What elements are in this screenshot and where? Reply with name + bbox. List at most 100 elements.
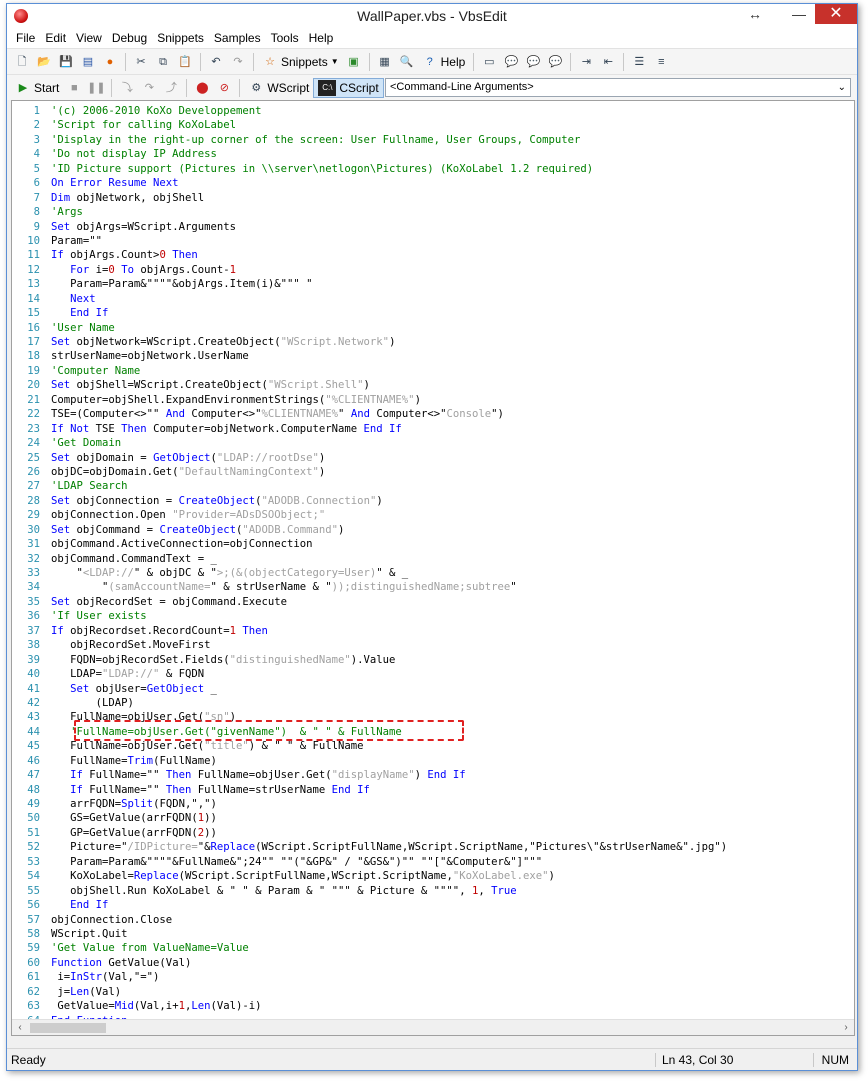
breakpoint-icon[interactable]: ⬤ <box>194 80 210 96</box>
code-line[interactable]: 1 '(c) 2006-2010 KoXo Developpement <box>12 104 854 118</box>
outdent-icon[interactable]: ⇤ <box>600 54 616 70</box>
code-line[interactable]: 49 arrFQDN=Split(FQDN,",") <box>12 797 854 811</box>
code-line[interactable]: 34 "(samAccountName=" & strUserName & ")… <box>12 580 854 594</box>
pause-icon[interactable]: ❚❚ <box>87 80 105 96</box>
code-line[interactable]: 5 'ID Picture support (Pictures in \\serv… <box>12 162 854 176</box>
code-line[interactable]: 54 KoXoLabel=Replace(WScript.ScriptFullN… <box>12 869 854 883</box>
code-line[interactable]: 31 objCommand.ActiveConnection=objConnect… <box>12 537 854 551</box>
code-line[interactable]: 23 If Not TSE Then Computer=objNetwork.Co… <box>12 422 854 436</box>
code-line[interactable]: 3 'Display in the right-up corner of the … <box>12 133 854 147</box>
save-all-icon[interactable]: ▤ <box>80 54 96 70</box>
command-line-arguments-input[interactable]: <Command-Line Arguments> ⌄ <box>385 78 851 97</box>
step-over-icon[interactable]: ↷ <box>141 80 157 96</box>
code-line[interactable]: 59 'Get Value from ValueName=Value <box>12 941 854 955</box>
wscript-button[interactable]: ⚙ WScript <box>244 78 313 98</box>
code-line[interactable]: 20 Set objShell=WScript.CreateObject("WSc… <box>12 378 854 392</box>
scroll-left-icon[interactable]: ‹ <box>12 1020 28 1035</box>
code-line[interactable]: 21 Computer=objShell.ExpandEnvironmentStr… <box>12 393 854 407</box>
menu-tools[interactable]: Tools <box>266 28 304 48</box>
code-line[interactable]: 15 End If <box>12 306 854 320</box>
minimize-icon[interactable]: — <box>785 4 813 24</box>
window-icon[interactable]: ▭ <box>481 54 497 70</box>
scrollbar-thumb[interactable] <box>30 1023 106 1033</box>
menu-edit[interactable]: Edit <box>40 28 71 48</box>
step-into-icon[interactable]: ⤵ <box>119 80 135 96</box>
snippets-button[interactable]: ☆ Snippets ▼ <box>258 52 343 72</box>
search-icon[interactable]: 🔍 <box>399 54 415 70</box>
code-line[interactable]: 4 'Do not display IP Address <box>12 147 854 161</box>
code-line[interactable]: 8 'Args <box>12 205 854 219</box>
paste-icon[interactable]: 📋 <box>177 54 193 70</box>
code-line[interactable]: 52 Picture="/IDPicture="&Replace(WScript… <box>12 840 854 854</box>
menu-snippets[interactable]: Snippets <box>152 28 209 48</box>
code-line[interactable]: 56 End If <box>12 898 854 912</box>
menu-help[interactable]: Help <box>304 28 339 48</box>
code-line[interactable]: 10 Param="" <box>12 234 854 248</box>
code-line[interactable]: 58 WScript.Quit <box>12 927 854 941</box>
copy-icon[interactable]: ⧉ <box>155 54 171 70</box>
help-button[interactable]: ? Help <box>418 52 470 72</box>
scroll-right-icon[interactable]: › <box>838 1020 854 1035</box>
code-line[interactable]: 7 Dim objNetwork, objShell <box>12 191 854 205</box>
comment-add-icon[interactable]: 💬 <box>547 54 563 70</box>
code-editor[interactable]: 1 '(c) 2006-2010 KoXo Developpement 2 'Scri… <box>11 100 855 1036</box>
close-icon[interactable]: ✕ <box>815 4 857 24</box>
redo-icon[interactable]: ↷ <box>230 54 246 70</box>
code-line[interactable]: 11 If objArgs.Count>0 Then <box>12 248 854 262</box>
code-line[interactable]: 41 Set objUser=GetObject _ <box>12 682 854 696</box>
code-line[interactable]: 9 Set objArgs=WScript.Arguments <box>12 220 854 234</box>
menu-debug[interactable]: Debug <box>107 28 152 48</box>
code-line[interactable]: 6 On Error Resume Next <box>12 176 854 190</box>
code-line[interactable]: 29 objConnection.Open "Provider=ADsDSOObj… <box>12 508 854 522</box>
open-folder-icon[interactable]: 📂 <box>36 54 52 70</box>
cscript-button[interactable]: C:\ CScript <box>313 77 384 98</box>
insert-object-icon[interactable]: ▣ <box>346 54 362 70</box>
code-line[interactable]: 50 GS=GetValue(arrFQDN(1)) <box>12 811 854 825</box>
code-line[interactable]: 37 If objRecordset.RecordCount=1 Then <box>12 624 854 638</box>
code-line[interactable]: 30 Set objCommand = CreateObject("ADODB.C… <box>12 523 854 537</box>
code-line[interactable]: 62 j=Len(Val) <box>12 985 854 999</box>
code-line[interactable]: 40 LDAP="LDAP://" & FQDN <box>12 667 854 681</box>
code-line[interactable]: 53 Param=Param&""""&FullName&";24"" ""("… <box>12 855 854 869</box>
code-line[interactable]: 35 Set objRecordSet = objCommand.Execute <box>12 595 854 609</box>
code-line[interactable]: 43 FullName=objUser.Get("sn") <box>12 710 854 724</box>
undo-icon[interactable]: ↶ <box>208 54 224 70</box>
save-icon[interactable]: 💾 <box>58 54 74 70</box>
object-browser-icon[interactable]: ▦ <box>377 54 393 70</box>
code-line[interactable]: 22 TSE=(Computer<>"" And Computer<>"%CLIE… <box>12 407 854 421</box>
menu-view[interactable]: View <box>71 28 107 48</box>
chevron-down-icon[interactable]: ⌄ <box>838 79 846 96</box>
code-line[interactable]: 45 FullName=objUser.Get("title") & " " &… <box>12 739 854 753</box>
stop-icon[interactable]: ■ <box>66 80 82 96</box>
code-line[interactable]: 32 objCommand.CommandText = _ <box>12 552 854 566</box>
code-line[interactable]: 57 objConnection.Close <box>12 913 854 927</box>
code-line[interactable]: 28 Set objConnection = CreateObject("ADOD… <box>12 494 854 508</box>
code-line[interactable]: 16 'User Name <box>12 321 854 335</box>
code-line[interactable]: 42 (LDAP) <box>12 696 854 710</box>
cut-icon[interactable]: ✂ <box>133 54 149 70</box>
code-line[interactable]: 39 FQDN=objRecordSet.Fields("distinguish… <box>12 653 854 667</box>
menu-file[interactable]: File <box>11 28 40 48</box>
new-file-icon[interactable]: 🗋 <box>14 54 30 70</box>
step-out-icon[interactable]: ⤴ <box>163 80 179 96</box>
code-line[interactable]: 63 GetValue=Mid(Val,i+1,Len(Val)-i) <box>12 999 854 1013</box>
code-line[interactable]: 14 Next <box>12 292 854 306</box>
code-line[interactable]: 27 'LDAP Search <box>12 479 854 493</box>
list-icon[interactable]: ☰ <box>631 54 647 70</box>
code-line[interactable]: 46 FullName=Trim(FullName) <box>12 754 854 768</box>
code-line[interactable]: 55 objShell.Run KoXoLabel & " " & Param … <box>12 884 854 898</box>
comment-icon[interactable]: 💬 <box>503 54 519 70</box>
code-line[interactable]: 25 Set objDomain = GetObject("LDAP://root… <box>12 451 854 465</box>
code-line[interactable]: 12 For i=0 To objArgs.Count-1 <box>12 263 854 277</box>
code-line[interactable]: 47 If FullName="" Then FullName=objUser.… <box>12 768 854 782</box>
code-line[interactable]: 24 'Get Domain <box>12 436 854 450</box>
code-line[interactable]: 44 'FullName=objUser.Get("givenName") & … <box>12 725 854 739</box>
clear-breakpoints-icon[interactable]: ⊘ <box>216 80 232 96</box>
code-line[interactable]: 36 'If User exists <box>12 609 854 623</box>
menu-samples[interactable]: Samples <box>209 28 266 48</box>
code-line[interactable]: 26 objDC=objDomain.Get("DefaultNamingCont… <box>12 465 854 479</box>
code-line[interactable]: 2 'Script for calling KoXoLabel <box>12 118 854 132</box>
comment-remove-icon[interactable]: 💬 <box>525 54 541 70</box>
code-line[interactable]: 17 Set objNetwork=WScript.CreateObject("W… <box>12 335 854 349</box>
code-line[interactable]: 18 strUserName=objNetwork.UserName <box>12 349 854 363</box>
